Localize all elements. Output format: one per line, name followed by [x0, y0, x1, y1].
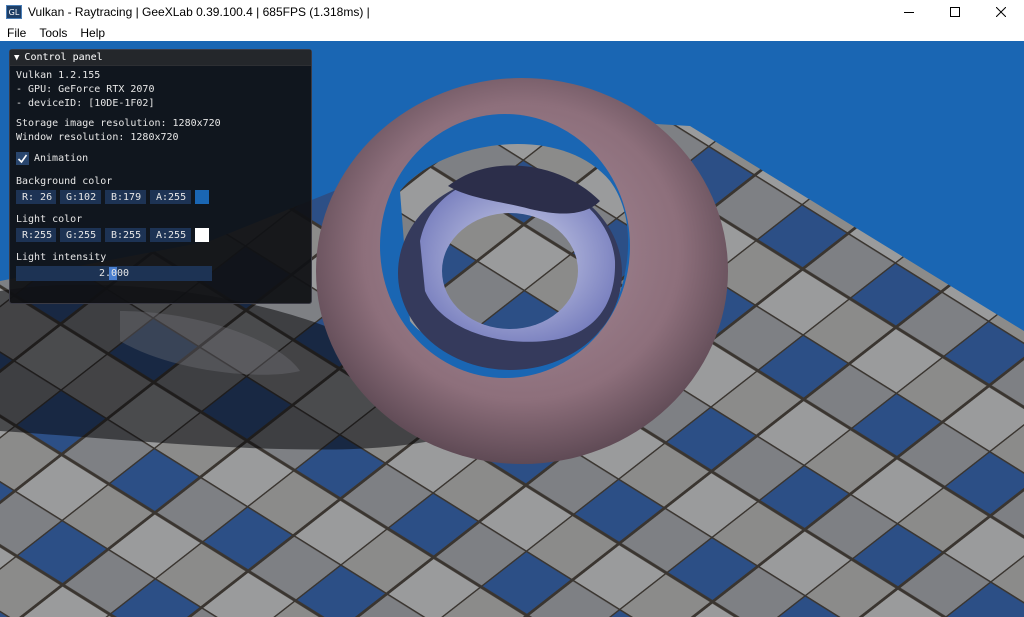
- light-blue-field[interactable]: B:255: [105, 228, 146, 242]
- bg-alpha-field[interactable]: A:255: [150, 190, 191, 204]
- storage-image-resolution: Storage image resolution: 1280x720: [16, 118, 221, 129]
- light-green-field[interactable]: G:255: [60, 228, 101, 242]
- window-controls: [886, 0, 1024, 24]
- background-color-label: Background color: [16, 176, 113, 187]
- bg-red-field[interactable]: R: 26: [16, 190, 56, 204]
- window-resolution: Window resolution: 1280x720: [16, 132, 179, 143]
- animation-label: Animation: [34, 153, 89, 164]
- title-bar: GL Vulkan - Raytracing | GeeXLab 0.39.10…: [0, 0, 1024, 24]
- animation-toggle[interactable]: Animation: [16, 152, 88, 165]
- bg-color-swatch[interactable]: [195, 190, 209, 204]
- geexlab-app-icon[interactable]: GL: [6, 5, 22, 19]
- minimize-icon: [904, 12, 914, 13]
- animation-checkbox[interactable]: [16, 152, 29, 165]
- maximize-icon: [950, 7, 960, 17]
- light-color-label: Light color: [16, 214, 83, 225]
- light-intensity-value: 2.000: [98, 268, 130, 279]
- background-color-editor: R: 26 G:102 B:179 A:255: [16, 190, 209, 204]
- control-panel-header[interactable]: ▼ Control panel: [10, 50, 311, 66]
- checkmark-icon: [17, 154, 28, 164]
- close-button[interactable]: [978, 0, 1024, 24]
- light-red-field[interactable]: R:255: [16, 228, 56, 242]
- vulkan-version: Vulkan 1.2.155: [16, 70, 101, 81]
- light-color-editor: R:255 G:255 B:255 A:255: [16, 228, 209, 242]
- light-alpha-field[interactable]: A:255: [150, 228, 191, 242]
- gpu-name: - GPU: GeForce RTX 2070: [16, 84, 155, 95]
- bg-blue-field[interactable]: B:179: [105, 190, 146, 204]
- control-panel-title: Control panel: [24, 52, 103, 63]
- collapse-arrow-icon[interactable]: ▼: [14, 53, 19, 63]
- close-icon: [996, 7, 1006, 17]
- menu-bar: File Tools Help: [0, 24, 1024, 41]
- menu-tools[interactable]: Tools: [32, 26, 73, 40]
- minimize-button[interactable]: [886, 0, 932, 24]
- device-id: - deviceID: [10DE-1F02]: [16, 98, 155, 109]
- menu-help[interactable]: Help: [73, 26, 111, 40]
- window-title: Vulkan - Raytracing | GeeXLab 0.39.100.4…: [28, 5, 370, 19]
- light-color-swatch[interactable]: [195, 228, 209, 242]
- menu-file[interactable]: File: [0, 26, 32, 40]
- light-intensity-label: Light intensity: [16, 252, 107, 263]
- light-intensity-slider[interactable]: 2.000: [16, 266, 212, 281]
- maximize-button[interactable]: [932, 0, 978, 24]
- control-panel[interactable]: ▼ Control panel Vulkan 1.2.155 - GPU: Ge…: [9, 49, 312, 304]
- bg-green-field[interactable]: G:102: [60, 190, 101, 204]
